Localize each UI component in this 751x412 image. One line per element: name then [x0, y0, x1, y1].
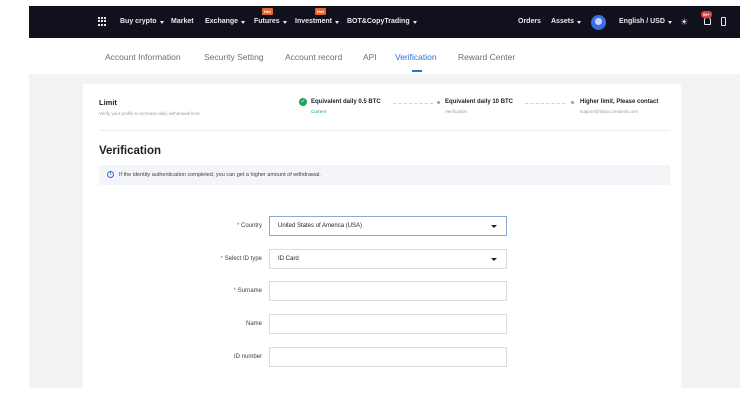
limit-step-verification-status: Verification: [445, 109, 468, 114]
check-circle-icon: ✓: [299, 98, 307, 106]
language-label: English / USD: [619, 18, 665, 25]
id-number-label: ID number: [142, 354, 262, 360]
chevron-down-icon: [241, 20, 246, 24]
chevron-down-icon: [576, 20, 581, 24]
mobile-app-icon[interactable]: [721, 17, 726, 26]
tab-verification[interactable]: Verification: [395, 52, 437, 62]
id-type-value: ID Card: [278, 256, 299, 262]
limit-step-current-status: Current: [311, 109, 327, 114]
tab-account-information[interactable]: Account Information: [105, 52, 181, 62]
divider: [99, 130, 670, 131]
assets-menu[interactable]: Assets: [551, 17, 581, 27]
nav-market[interactable]: Market: [171, 17, 194, 27]
id-type-select[interactable]: ID Card: [269, 249, 507, 269]
tab-account-record[interactable]: Account record: [285, 52, 342, 62]
country-label: * Country: [142, 223, 262, 229]
name-input[interactable]: [269, 314, 507, 334]
id-type-label: * Select ID type: [142, 256, 262, 262]
top-nav-bar: Buy crypto Market Exchange Hot Futures H…: [29, 6, 740, 38]
apps-grid-icon[interactable]: [98, 17, 107, 26]
limit-subtitle: Verify your profile to increase daily wi…: [99, 111, 201, 116]
chevron-down-icon: [334, 20, 339, 24]
label-text: Name: [245, 321, 262, 327]
info-icon: i: [107, 171, 114, 178]
language-currency-selector[interactable]: English / USD: [619, 17, 672, 27]
theme-toggle-icon[interactable]: ☀: [680, 17, 688, 28]
active-tab-indicator: [412, 70, 422, 72]
chevron-down-icon: [667, 20, 672, 24]
nav-label: Exchange: [205, 18, 239, 25]
avatar[interactable]: [591, 15, 606, 30]
limit-step-verification-label: Equivalent daily 10 BTC: [445, 99, 514, 105]
info-notice: i If the identity authentication complet…: [99, 165, 670, 185]
surname-label: * Surname: [142, 288, 262, 294]
chevron-down-icon: [491, 258, 497, 261]
id-number-input[interactable]: [269, 347, 507, 367]
nav-investment[interactable]: Hot Investment: [295, 8, 339, 27]
page-title: Verification: [99, 145, 161, 157]
chevron-down-icon: [412, 20, 417, 24]
notification-count-badge: 99+: [701, 11, 712, 18]
chevron-down-icon: [159, 20, 164, 24]
orders-label: Orders: [518, 18, 541, 25]
support-email-link[interactable]: support@bibox.zendesk.com: [580, 109, 638, 114]
label-text: ID number: [233, 354, 262, 360]
account-tabs: Account Information Security Setting Acc…: [0, 38, 751, 74]
nav-buy-crypto[interactable]: Buy crypto: [120, 17, 164, 27]
nav-futures[interactable]: Hot Futures: [254, 8, 287, 27]
nav-label: BOT&CopyTrading: [347, 18, 410, 25]
step-dot: [571, 101, 574, 104]
nav-label: Market: [171, 18, 194, 25]
limit-step-higher-label: Higher limit, Please contact: [580, 99, 659, 105]
step-connector: [525, 103, 565, 104]
country-value: United States of America (USA): [278, 223, 363, 229]
tab-reward-center[interactable]: Reward Center: [458, 52, 515, 62]
hot-badge: Hot: [315, 8, 326, 15]
nav-label: Futures: [254, 18, 280, 25]
limit-step-current-label: Equivalent daily 0.5 BTC: [311, 99, 381, 105]
hot-badge: Hot: [262, 8, 273, 15]
step-dot: [437, 101, 440, 104]
limit-title: Limit: [99, 98, 117, 107]
nav-label: Buy crypto: [120, 18, 157, 25]
nav-label: Investment: [295, 18, 332, 25]
nav-exchange[interactable]: Exchange: [205, 17, 246, 27]
chevron-down-icon: [491, 225, 497, 228]
orders-link[interactable]: Orders: [518, 17, 541, 27]
assets-label: Assets: [551, 18, 574, 25]
notice-text: If the identity authentication completed…: [119, 172, 321, 178]
tab-api[interactable]: API: [363, 52, 377, 62]
tab-security-setting[interactable]: Security Setting: [204, 52, 264, 62]
step-connector: [393, 103, 433, 104]
surname-input[interactable]: [269, 281, 507, 301]
nav-bot-copytrading[interactable]: BOT&CopyTrading: [347, 17, 417, 27]
chevron-down-icon: [282, 20, 287, 24]
name-label: Name: [142, 321, 262, 327]
label-text: Select ID type: [224, 256, 262, 262]
country-select[interactable]: United States of America (USA): [269, 216, 507, 236]
notification-bell-icon[interactable]: [704, 17, 711, 25]
label-text: Country: [240, 223, 262, 229]
label-text: Surname: [237, 288, 262, 294]
